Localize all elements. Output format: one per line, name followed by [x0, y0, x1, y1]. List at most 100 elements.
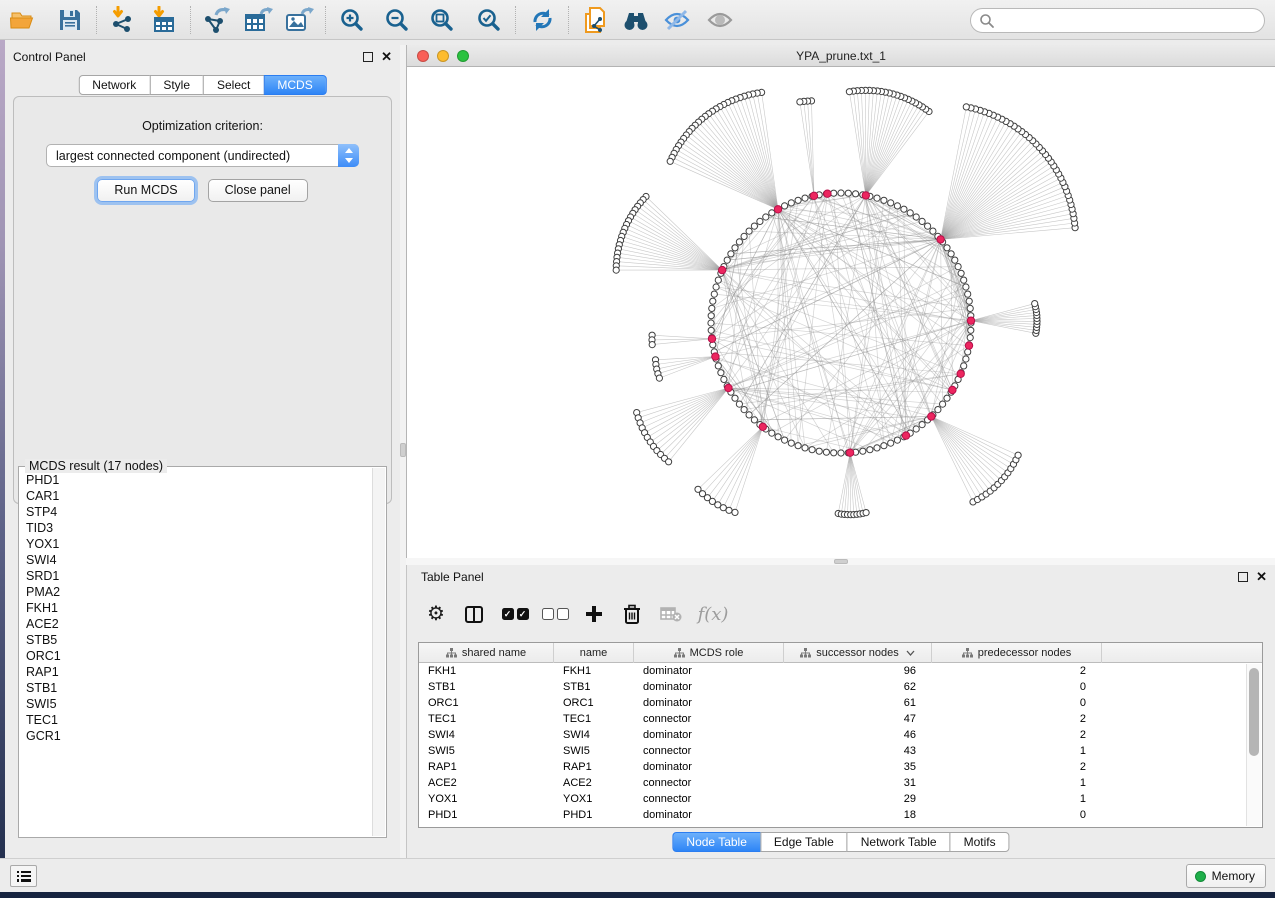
close-panel-button[interactable]: Close panel: [208, 179, 308, 202]
tab-network[interactable]: Network: [78, 75, 150, 95]
mcds-result-item[interactable]: STP4: [26, 504, 386, 520]
close-panel-icon[interactable]: ✕: [381, 52, 392, 62]
table-cell[interactable]: 43: [784, 743, 932, 759]
table-cell[interactable]: TEC1: [554, 711, 634, 727]
zoom-selected-icon[interactable]: [474, 6, 504, 34]
table-cell[interactable]: 29: [784, 791, 932, 807]
mcds-result-item[interactable]: STB1: [26, 680, 386, 696]
horizontal-splitter[interactable]: [406, 558, 1275, 565]
table-cell[interactable]: ORC1: [554, 695, 634, 711]
table-cell[interactable]: 0: [932, 679, 1102, 695]
tab-motifs[interactable]: Motifs: [950, 832, 1010, 852]
import-network-icon[interactable]: [108, 6, 138, 34]
search-binoculars-icon[interactable]: [621, 6, 651, 34]
table-cell[interactable]: 1: [932, 791, 1102, 807]
column-header-name[interactable]: name: [554, 643, 634, 663]
table-cell[interactable]: STB1: [419, 679, 554, 695]
table-row[interactable]: STB1STB1dominator620: [419, 679, 1262, 695]
table-scrollbar-thumb[interactable]: [1249, 668, 1259, 756]
table-cell[interactable]: dominator: [634, 759, 784, 775]
zoom-in-icon[interactable]: [337, 6, 367, 34]
delete-table-icon[interactable]: [651, 599, 691, 629]
show-graphics-icon[interactable]: [705, 6, 735, 34]
table-cell[interactable]: ACE2: [554, 775, 634, 791]
mcds-result-item[interactable]: CAR1: [26, 488, 386, 504]
show-column-icon[interactable]: [453, 599, 495, 629]
network-canvas[interactable]: [407, 67, 1275, 558]
float-panel-icon[interactable]: [363, 52, 373, 62]
table-cell[interactable]: 96: [784, 663, 932, 679]
table-cell[interactable]: STB1: [554, 679, 634, 695]
tab-edge-table[interactable]: Edge Table: [760, 832, 848, 852]
table-cell[interactable]: PHD1: [554, 807, 634, 823]
table-cell[interactable]: SWI4: [554, 727, 634, 743]
table-cell[interactable]: dominator: [634, 679, 784, 695]
table-cell[interactable]: 47: [784, 711, 932, 727]
mcds-result-item[interactable]: SRD1: [26, 568, 386, 584]
function-builder-icon[interactable]: f(x): [691, 599, 735, 629]
tab-mcds[interactable]: MCDS: [263, 75, 326, 95]
table-cell[interactable]: 61: [784, 695, 932, 711]
column-header-shared-name[interactable]: shared name: [419, 643, 554, 663]
table-cell[interactable]: 2: [932, 727, 1102, 743]
mcds-result-item[interactable]: FKH1: [26, 600, 386, 616]
table-cell[interactable]: 0: [932, 695, 1102, 711]
table-row[interactable]: ORC1ORC1dominator610: [419, 695, 1262, 711]
table-cell[interactable]: ACE2: [419, 775, 554, 791]
table-cell[interactable]: 0: [932, 807, 1102, 823]
new-network-from-selection-icon[interactable]: [580, 6, 610, 34]
table-cell[interactable]: SWI5: [554, 743, 634, 759]
table-cell[interactable]: FKH1: [419, 663, 554, 679]
close-panel-icon[interactable]: ✕: [1256, 572, 1267, 582]
mcds-result-item[interactable]: RAP1: [26, 664, 386, 680]
tab-style[interactable]: Style: [149, 75, 204, 95]
tab-select[interactable]: Select: [203, 75, 264, 95]
mcds-result-scrollbar[interactable]: [372, 468, 385, 836]
minimize-window-traffic-icon[interactable]: [437, 50, 449, 62]
save-session-icon[interactable]: [55, 6, 85, 34]
mcds-result-item[interactable]: SWI5: [26, 696, 386, 712]
table-cell[interactable]: connector: [634, 791, 784, 807]
table-cell[interactable]: 1: [932, 775, 1102, 791]
search-input[interactable]: [995, 14, 1264, 28]
table-cell[interactable]: SWI5: [419, 743, 554, 759]
table-cell[interactable]: 1: [932, 743, 1102, 759]
table-cell[interactable]: dominator: [634, 727, 784, 743]
zoom-fit-icon[interactable]: [427, 6, 457, 34]
table-cell[interactable]: 31: [784, 775, 932, 791]
mcds-result-item[interactable]: GCR1: [26, 728, 386, 744]
mcds-result-item[interactable]: ACE2: [26, 616, 386, 632]
delete-column-icon[interactable]: [613, 599, 651, 629]
table-row[interactable]: SWI4SWI4dominator462: [419, 727, 1262, 743]
table-cell[interactable]: ORC1: [419, 695, 554, 711]
network-graph[interactable]: [407, 67, 1275, 558]
column-header-mcds-role[interactable]: MCDS role: [634, 643, 784, 663]
open-file-icon[interactable]: [8, 6, 38, 34]
table-cell[interactable]: FKH1: [554, 663, 634, 679]
table-cell[interactable]: dominator: [634, 807, 784, 823]
table-cell[interactable]: dominator: [634, 695, 784, 711]
column-header-successor-nodes[interactable]: successor nodes: [784, 643, 932, 663]
mcds-result-item[interactable]: ORC1: [26, 648, 386, 664]
table-cell[interactable]: connector: [634, 711, 784, 727]
export-network-icon[interactable]: [202, 6, 232, 34]
mcds-result-item[interactable]: TID3: [26, 520, 386, 536]
table-cell[interactable]: 2: [932, 663, 1102, 679]
table-cell[interactable]: RAP1: [554, 759, 634, 775]
mcds-result-item[interactable]: SWI4: [26, 552, 386, 568]
table-cell[interactable]: connector: [634, 775, 784, 791]
table-row[interactable]: SWI5SWI5connector431: [419, 743, 1262, 759]
table-cell[interactable]: PHD1: [419, 807, 554, 823]
mcds-result-item[interactable]: PMA2: [26, 584, 386, 600]
mcds-result-list[interactable]: PHD1CAR1STP4TID3YOX1SWI4SRD1PMA2FKH1ACE2…: [19, 467, 386, 837]
table-cell[interactable]: TEC1: [419, 711, 554, 727]
export-table-icon[interactable]: [243, 6, 273, 34]
table-row[interactable]: TEC1TEC1connector472: [419, 711, 1262, 727]
table-cell[interactable]: 18: [784, 807, 932, 823]
task-history-button[interactable]: [10, 865, 37, 887]
table-cell[interactable]: 46: [784, 727, 932, 743]
table-row[interactable]: ACE2ACE2connector311: [419, 775, 1262, 791]
table-cell[interactable]: 2: [932, 759, 1102, 775]
splitter-grip[interactable]: [834, 559, 848, 564]
table-row[interactable]: FKH1FKH1dominator962: [419, 663, 1262, 679]
